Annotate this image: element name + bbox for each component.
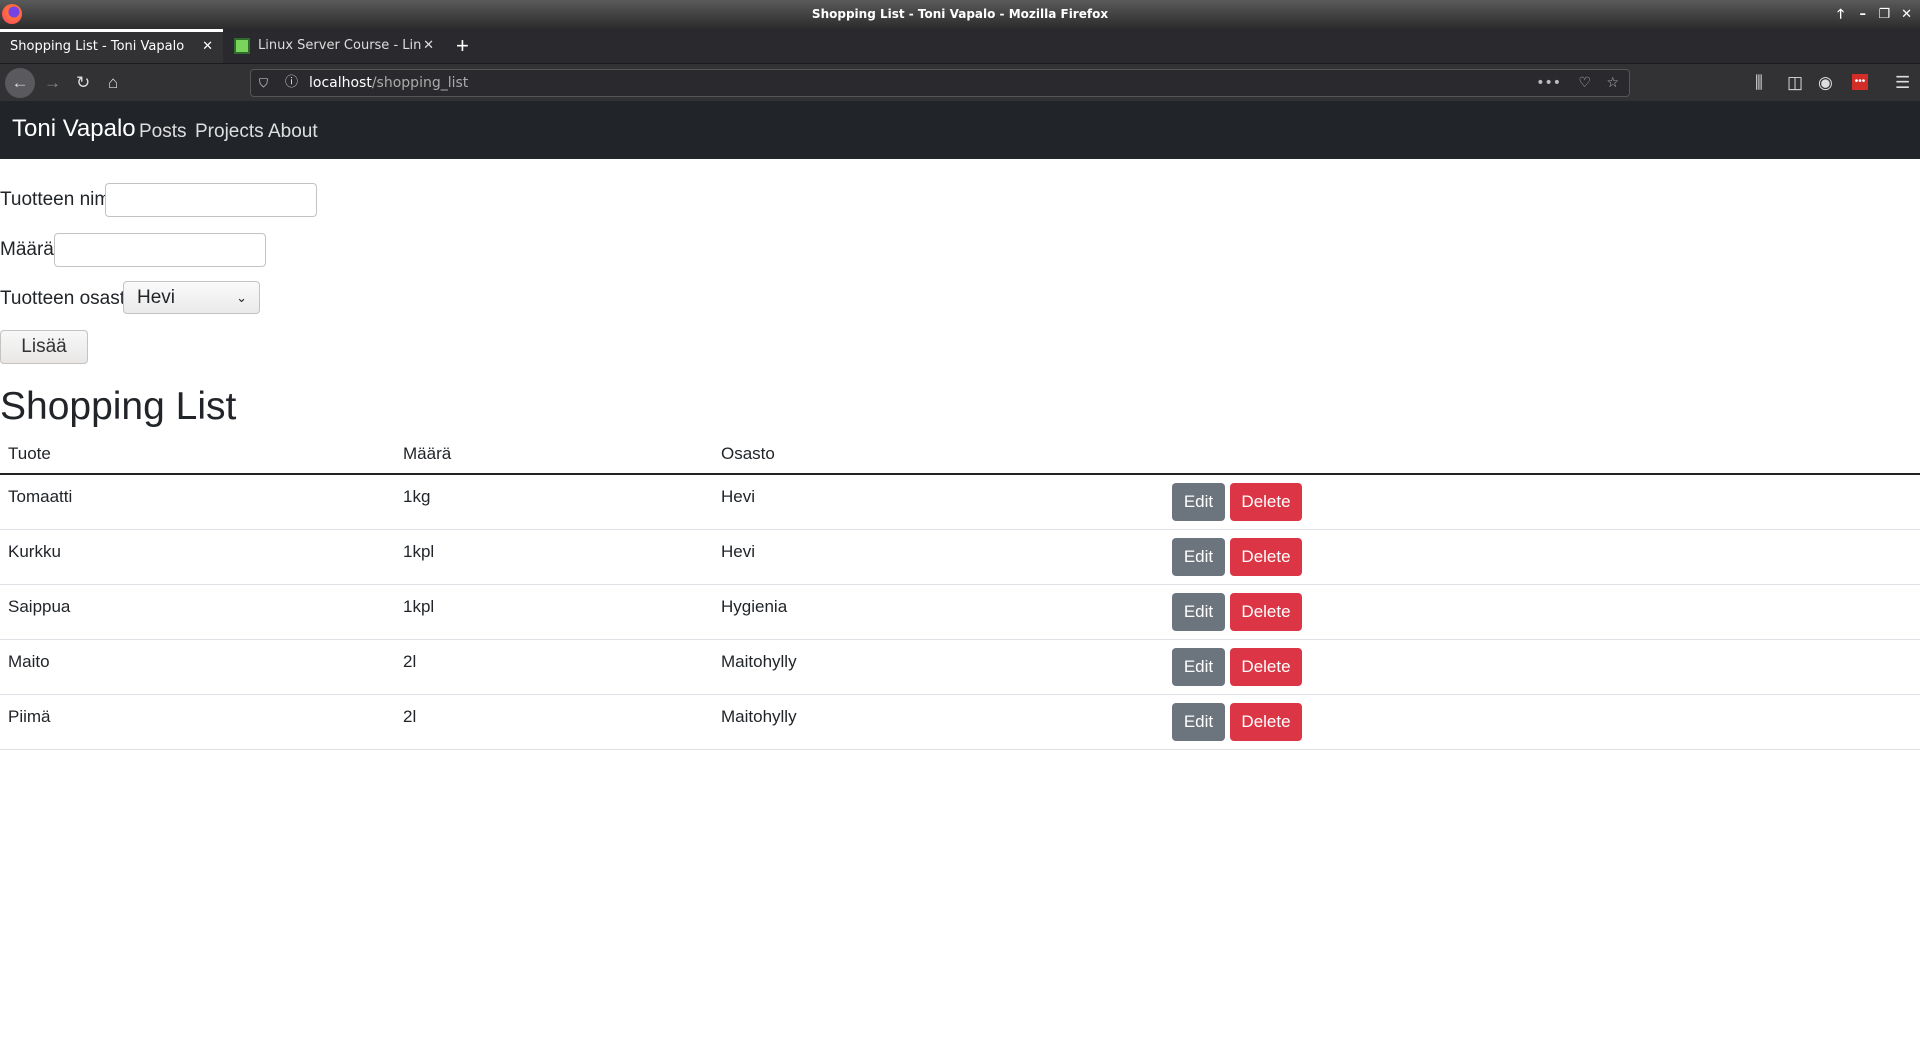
chevron-down-icon: ⌄ <box>236 290 247 305</box>
close-window-icon[interactable]: ✕ <box>1901 0 1912 29</box>
url-host: localhost <box>309 75 372 91</box>
department-selected: Hevi <box>137 287 176 308</box>
tab-label: Shopping List - Toni Vapalo <box>10 39 185 54</box>
cell-department: Hygienia <box>721 597 788 616</box>
edit-button[interactable]: Edit <box>1172 538 1225 576</box>
cell-department: Hevi <box>721 487 756 506</box>
cell-amount: 1kpl <box>403 542 435 561</box>
home-icon[interactable]: ⌂ <box>108 64 118 102</box>
page-title: Shopping List <box>0 385 237 428</box>
cell-amount: 2l <box>403 707 417 726</box>
column-header-department: Osasto <box>721 444 775 463</box>
column-header-amount: Määrä <box>403 444 452 463</box>
minimize-icon[interactable]: – <box>1860 0 1867 29</box>
cell-product: Kurkku <box>8 542 61 561</box>
product-name-input[interactable] <box>105 183 317 217</box>
account-icon[interactable]: ◉ <box>1818 64 1833 102</box>
table-row: Piimä 2l Maitohylly Edit Delete <box>0 695 1920 750</box>
back-icon[interactable]: ← <box>5 68 35 98</box>
delete-button[interactable]: Delete <box>1230 703 1302 741</box>
page-actions-icon[interactable]: ••• <box>1536 70 1561 96</box>
delete-button[interactable]: Delete <box>1230 593 1302 631</box>
menu-icon[interactable]: ☰ <box>1895 64 1910 102</box>
nav-projects[interactable]: Projects <box>195 121 264 143</box>
edit-button[interactable]: Edit <box>1172 703 1225 741</box>
cell-department: Maitohylly <box>721 707 797 726</box>
column-header-product: Tuote <box>8 444 51 463</box>
tab-label: Linux Server Course - Lin <box>258 38 422 53</box>
amount-input[interactable] <box>54 233 266 267</box>
product-name-label: Tuotteen nimi: <box>0 189 120 210</box>
tab-shopping-list[interactable]: Shopping List - Toni Vapalo ✕ <box>0 29 223 63</box>
library-icon[interactable]: ⫼ <box>1755 64 1763 102</box>
pocket-icon[interactable]: ♡ <box>1578 70 1591 96</box>
forward-icon[interactable]: → <box>44 64 61 102</box>
tracking-shield-icon[interactable]: ⛉ <box>259 70 268 96</box>
table-row: Saippua 1kpl Hygienia Edit Delete <box>0 585 1920 640</box>
site-info-icon[interactable]: ⓘ <box>285 70 298 96</box>
table-row: Maito 2l Maitohylly Edit Delete <box>0 640 1920 695</box>
url-bar[interactable]: ⛉ ⓘ localhost/shopping_list ••• ♡ ☆ <box>250 69 1630 97</box>
reload-icon[interactable]: ↻ <box>76 64 90 102</box>
nav-about[interactable]: About <box>268 121 318 143</box>
cell-amount: 1kpl <box>403 597 435 616</box>
window-titlebar: Shopping List - Toni Vapalo - Mozilla Fi… <box>0 0 1920 29</box>
tab-linux-server-course[interactable]: Linux Server Course - Lin ✕ <box>224 29 444 63</box>
window-title: Shopping List - Toni Vapalo - Mozilla Fi… <box>811 7 1109 21</box>
department-label: Tuotteen osasto: <box>0 288 141 309</box>
sidebar-icon[interactable]: ◫ <box>1787 64 1803 102</box>
site-favicon-icon <box>234 38 250 54</box>
close-tab-icon[interactable]: ✕ <box>202 32 213 62</box>
new-tab-icon[interactable]: + <box>456 29 469 63</box>
nav-posts[interactable]: Posts <box>139 121 187 143</box>
cell-product: Piimä <box>8 707 51 726</box>
table-row: Kurkku 1kpl Hevi Edit Delete <box>0 530 1920 585</box>
cell-product: Saippua <box>8 597 71 616</box>
site-navbar: Toni Vapalo Posts Projects About <box>0 101 1920 159</box>
cell-department: Hevi <box>721 542 756 561</box>
close-tab-icon[interactable]: ✕ <box>423 29 434 63</box>
delete-button[interactable]: Delete <box>1230 538 1302 576</box>
delete-button[interactable]: Delete <box>1230 648 1302 686</box>
delete-button[interactable]: Delete <box>1230 483 1302 521</box>
lastpass-extension-icon[interactable]: ••• <box>1852 74 1868 90</box>
cell-amount: 2l <box>403 652 417 671</box>
cell-department: Maitohylly <box>721 652 797 671</box>
brand-link[interactable]: Toni Vapalo <box>12 115 136 143</box>
navigation-toolbar: ← → ↻ ⌂ ⛉ ⓘ localhost/shopping_list ••• … <box>0 63 1920 101</box>
firefox-logo-icon <box>2 4 22 24</box>
cell-product: Tomaatti <box>8 487 73 506</box>
url-path: /shopping_list <box>371 75 469 91</box>
maximize-icon[interactable]: ❐ <box>1878 0 1890 29</box>
department-select[interactable]: Hevi ⌄ <box>123 281 260 314</box>
bookmark-star-icon[interactable]: ☆ <box>1606 70 1619 96</box>
edit-button[interactable]: Edit <box>1172 593 1225 631</box>
edit-button[interactable]: Edit <box>1172 483 1225 521</box>
edit-button[interactable]: Edit <box>1172 648 1225 686</box>
keep-above-icon[interactable]: 🡑 <box>1837 0 1844 29</box>
table-row: Tomaatti 1kg Hevi Edit Delete <box>0 475 1920 530</box>
cell-amount: 1kg <box>403 487 431 506</box>
amount-label: Määrä: <box>0 239 60 260</box>
add-button[interactable]: Lisää <box>0 330 88 364</box>
tab-bar: Shopping List - Toni Vapalo ✕ Linux Serv… <box>0 29 1920 63</box>
cell-product: Maito <box>8 652 50 671</box>
